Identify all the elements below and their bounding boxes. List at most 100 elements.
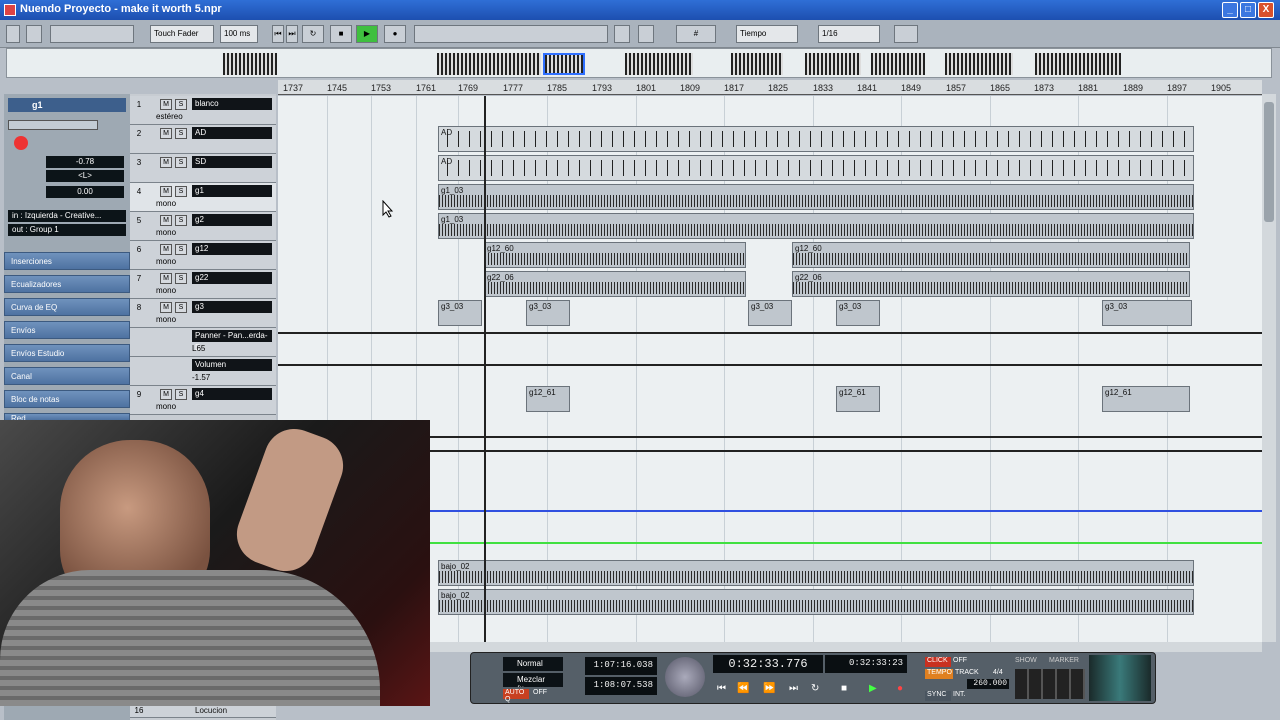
audio-event-bajo[interactable]: bajo_02 [438,560,1194,586]
track-name[interactable]: blanco [192,98,272,110]
audio-event-g12[interactable]: g12_60 [484,242,746,268]
cycle-button[interactable]: ↻ [302,25,324,43]
inspector-track-name[interactable]: g1 [8,98,126,112]
audio-event-g12[interactable]: g12_60 [792,242,1190,268]
track-controls[interactable] [8,120,98,130]
automation-mode-select[interactable]: Touch Fader [150,25,214,43]
rewind-icon[interactable]: ⏪ [737,683,755,697]
track-name[interactable]: g12 [192,243,272,255]
audio-event-g3[interactable]: g3_03 [748,300,792,326]
automation-parameter[interactable]: Panner - Pan...erda-D [192,330,272,352]
track-name[interactable]: g4 [192,388,272,400]
close-button[interactable]: X [1258,2,1274,18]
track-name[interactable]: g3 [192,301,272,313]
cycle-icon[interactable]: ↻ [811,683,829,697]
audio-event-g22[interactable]: g22_06 [484,271,746,297]
track-row[interactable]: 5 g2 mono M S [130,212,276,241]
solo-button[interactable]: S [175,99,187,110]
track-name[interactable]: AD [192,127,272,139]
track-row[interactable]: 3 SD M S [130,154,276,183]
left-locator[interactable]: 1:07:16.038 [585,657,657,675]
output-routing[interactable]: out : Group 1 [8,224,126,236]
track-row[interactable]: 9 g4 mono M S [130,386,276,415]
audio-event-g22[interactable]: g22_06 [792,271,1190,297]
automation-parameter[interactable]: Volumen [192,359,272,371]
solo-button[interactable]: S [175,244,187,255]
record-mode[interactable]: Normal [503,657,563,671]
marker-label[interactable]: MARKER [1049,657,1085,667]
tempo-value[interactable]: 260.000 [967,679,1009,689]
solo-button[interactable]: S [175,215,187,226]
grid-icon[interactable]: # [676,25,716,43]
record-enable-icon[interactable] [14,136,28,150]
track-row[interactable]: 6 g12 mono M S [130,241,276,270]
marker-buttons[interactable] [1015,669,1085,699]
primary-time-display[interactable]: 0:32:33.776 [713,655,823,673]
automation-row[interactable]: Volumen -1.57 [130,357,276,386]
track-row-selected[interactable]: 4 g1 mono M S [130,183,276,212]
audio-event-bajo[interactable]: bajo_02 [438,589,1194,615]
cycle-record-mode[interactable]: Mezclar (x- [503,673,563,687]
go-to-start-button[interactable]: ⏮ [272,25,284,43]
mute-button[interactable]: M [160,273,172,284]
solo-button[interactable]: S [175,273,187,284]
forward-to-end-icon[interactable]: ⏭ [789,683,803,697]
eq-section[interactable]: Ecualizadores [4,275,130,293]
audio-event-g3[interactable]: g3_03 [836,300,880,326]
timeline-ruler[interactable]: 1737 1745 1753 1761 1769 1777 1785 1793 … [278,80,1262,95]
vertical-scrollbar[interactable] [1262,94,1276,642]
track-row[interactable]: 16 Locucion [130,704,276,718]
input-routing[interactable]: in : Izquierda - Creative... [8,210,126,222]
track-name[interactable]: Locucion [192,705,272,717]
track-name[interactable]: g1 [192,185,272,197]
audio-event-g2[interactable]: g1_03 [438,213,1194,239]
audio-event-g1[interactable]: g1_03 [438,184,1194,210]
eq-curve-section[interactable]: Curva de EQ [4,298,130,316]
go-to-end-button[interactable]: ⏭ [286,25,298,43]
volume-value[interactable]: -0.78 [46,156,124,168]
show-label[interactable]: SHOW [1015,657,1041,667]
audio-event-g3[interactable]: g3_03 [438,300,482,326]
mute-button[interactable]: M [160,186,172,197]
track-name[interactable]: g22 [192,272,272,284]
mute-button[interactable]: M [160,244,172,255]
sends-section[interactable]: Envíos [4,321,130,339]
click-label[interactable]: CLICK [925,657,951,667]
solo-button[interactable]: S [175,186,187,197]
track-name[interactable]: SD [192,156,272,168]
audio-event-g4[interactable]: g12_61 [526,386,570,412]
edit-tools-group[interactable] [414,25,608,43]
mute-button[interactable]: M [160,157,172,168]
play-icon[interactable]: ▶ [869,683,887,697]
mute-button[interactable]: M [160,302,172,313]
play-button[interactable]: ▶ [356,25,378,43]
overview-viewport[interactable] [543,53,585,75]
solo-button[interactable]: S [175,128,187,139]
stop-icon[interactable]: ■ [841,683,859,697]
activate-project-button[interactable] [6,25,20,43]
snap-type-select[interactable]: Tiempo [736,25,798,43]
mute-button[interactable]: M [160,99,172,110]
minimize-button[interactable]: _ [1222,2,1238,18]
pan-value[interactable]: <L> [46,170,124,182]
delay-value[interactable]: 0.00 [46,186,124,198]
mute-button[interactable]: M [160,389,172,400]
tempo-label[interactable]: TEMPO [925,669,953,679]
solo-button[interactable]: S [175,157,187,168]
playhead-cursor[interactable] [484,96,486,642]
maximize-button[interactable]: □ [1240,2,1256,18]
fast-forward-icon[interactable]: ⏩ [763,683,781,697]
secondary-time-display[interactable]: 0:32:33:23 [825,655,907,673]
quantize-select[interactable]: 1/16 [818,25,880,43]
audio-event-g4[interactable]: g12_61 [836,386,880,412]
channel-section[interactable]: Canal [4,367,130,385]
nudge-select[interactable]: 100 ms [220,25,258,43]
stop-button[interactable]: ■ [330,25,352,43]
constrain-delay-button[interactable] [26,25,42,43]
auto-quantize[interactable]: AUTO Q [503,689,529,703]
color-palette-button[interactable] [894,25,918,43]
record-button[interactable]: ● [384,25,406,43]
right-locator[interactable]: 1:08:07.538 [585,677,657,695]
rewind-to-start-icon[interactable]: ⏮ [717,683,731,697]
project-overview[interactable] [6,48,1272,78]
